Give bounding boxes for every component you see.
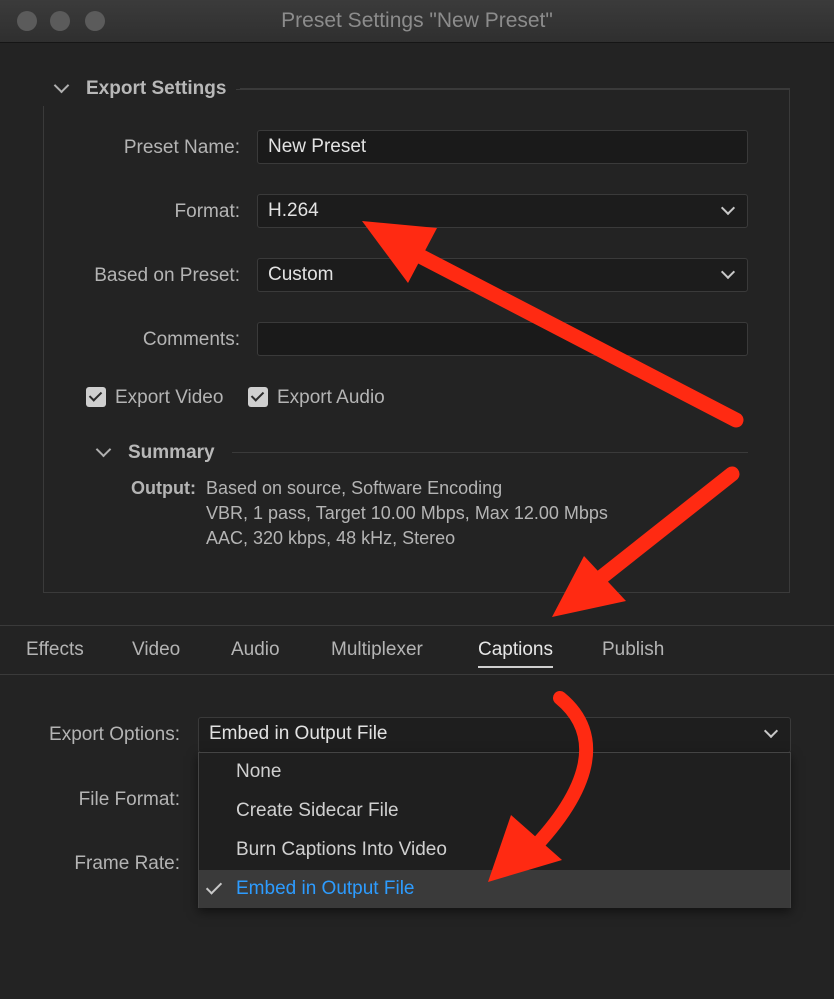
based-on-preset-select[interactable]: Custom	[257, 258, 748, 292]
export-settings-heading[interactable]: Export Settings	[86, 78, 226, 100]
export-audio-checkbox[interactable]	[248, 387, 268, 407]
window-title: Preset Settings "New Preset"	[281, 9, 553, 32]
tab-audio[interactable]: Audio	[231, 639, 280, 661]
dropdown-option-burn-captions-into-video[interactable]: Burn Captions Into Video	[199, 831, 790, 869]
comments-label: Comments:	[142, 329, 240, 350]
output-label: Output:	[131, 478, 196, 498]
tab-captions[interactable]: Captions	[478, 639, 553, 661]
export-options-value: Embed in Output File	[209, 723, 388, 744]
dropdown-option-create-sidecar-file[interactable]: Create Sidecar File	[199, 792, 790, 830]
chevron-down-icon	[720, 264, 736, 280]
summary-divider	[232, 452, 748, 453]
export-options-label: Export Options:	[49, 724, 180, 745]
checkmark-icon	[205, 878, 223, 895]
dropdown-option-none[interactable]: None	[199, 753, 790, 791]
section-divider	[236, 89, 790, 90]
title-bar: Preset Settings "New Preset"	[0, 0, 834, 43]
format-select[interactable]: H.264	[257, 194, 748, 228]
preset-name-input[interactable]: New Preset	[257, 130, 748, 164]
chevron-down-icon	[763, 723, 779, 739]
frame-rate-label: Frame Rate:	[74, 853, 180, 874]
check-icon	[250, 388, 265, 402]
dropdown-option-label: Embed in Output File	[236, 878, 415, 899]
format-label: Format:	[174, 201, 240, 222]
export-audio-label[interactable]: Export Audio	[277, 387, 385, 409]
dropdown-option-embed-in-output-file[interactable]: Embed in Output File	[199, 870, 790, 908]
summary-line: Based on source, Software Encoding	[206, 478, 503, 498]
chevron-down-icon	[720, 200, 736, 216]
export-options-dropdown-menu: None Create Sidecar File Burn Captions I…	[198, 752, 791, 908]
format-value: H.264	[268, 200, 319, 221]
check-icon	[88, 388, 103, 402]
settings-tab-bar: Effects Video Audio Multiplexer Captions…	[0, 625, 834, 675]
tab-video[interactable]: Video	[132, 639, 180, 661]
preset-name-label: Preset Name:	[123, 137, 240, 158]
based-on-preset-label: Based on Preset:	[94, 265, 240, 286]
summary-heading[interactable]: Summary	[128, 442, 215, 464]
summary-line: AAC, 320 kbps, 48 kHz, Stereo	[206, 528, 456, 548]
tab-publish[interactable]: Publish	[602, 639, 664, 661]
tab-effects[interactable]: Effects	[26, 639, 84, 661]
active-tab-indicator	[478, 666, 553, 668]
comments-input[interactable]	[257, 322, 748, 356]
tab-multiplexer[interactable]: Multiplexer	[331, 639, 423, 661]
summary-line: VBR, 1 pass, Target 10.00 Mbps, Max 12.0…	[206, 503, 608, 523]
export-video-label[interactable]: Export Video	[115, 387, 223, 409]
export-options-select[interactable]: Embed in Output File	[198, 717, 791, 753]
based-on-preset-value: Custom	[268, 264, 334, 285]
file-format-label: File Format:	[78, 789, 180, 810]
export-video-checkbox[interactable]	[86, 387, 106, 407]
